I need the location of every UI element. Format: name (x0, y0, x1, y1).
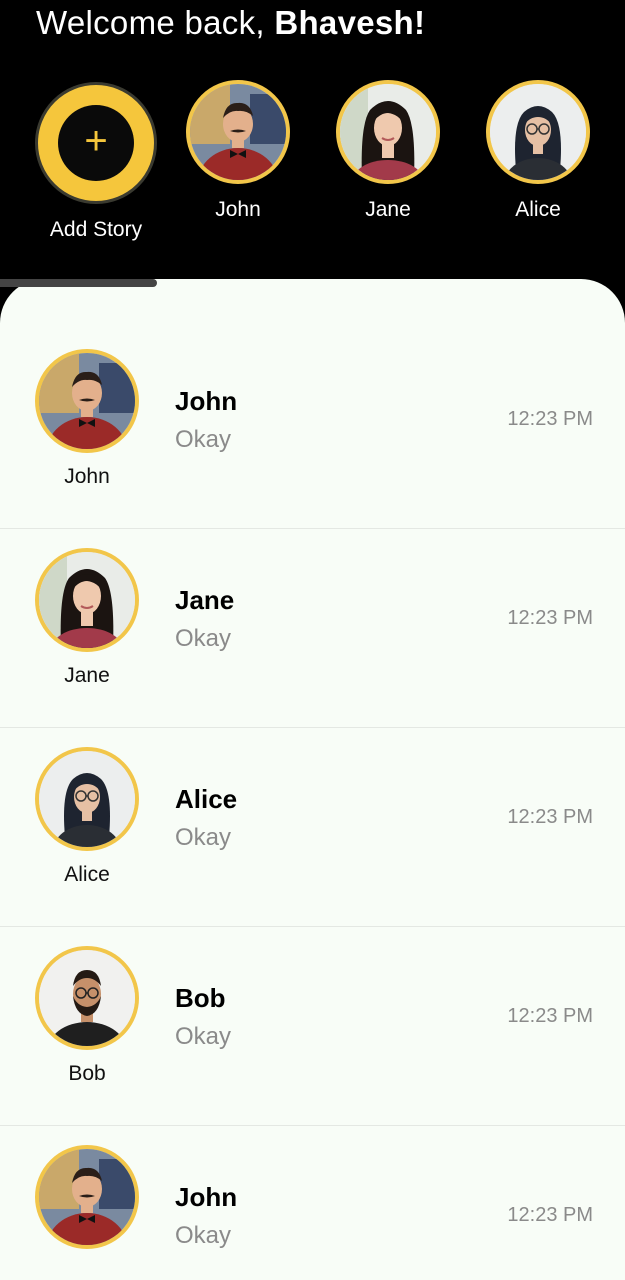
story-name: Jane (365, 198, 411, 221)
chat-avatar[interactable] (35, 946, 139, 1050)
chat-row-alice[interactable]: Alice Alice Okay 12:23 PM (0, 728, 625, 927)
chat-name: John (175, 386, 238, 416)
chat-avatar-label: Bob (68, 1062, 106, 1085)
story-name: Alice (515, 198, 561, 221)
chat-avatar[interactable] (35, 349, 139, 453)
chat-name: Jane (175, 585, 235, 615)
chat-avatar-label: Alice (64, 863, 110, 886)
woman-dark-hair-avatar-icon (39, 552, 135, 648)
chat-time: 12:23 PM (507, 607, 593, 629)
chat-name: Bob (175, 983, 226, 1013)
welcome-prefix: Welcome back, (36, 4, 275, 41)
add-story-ring[interactable]: + (35, 82, 157, 204)
man-bowtie-avatar-icon (190, 84, 286, 180)
woman-dark-hair-avatar-icon (340, 84, 436, 180)
chat-message: Okay (175, 1023, 232, 1050)
chat-avatar-label: John (64, 465, 110, 488)
story-avatar[interactable] (486, 80, 590, 184)
header: Welcome back, Bhavesh! + Add Story John … (0, 0, 625, 300)
chat-avatar[interactable] (35, 747, 139, 851)
chat-name: Alice (175, 784, 238, 814)
story-avatar[interactable] (186, 80, 290, 184)
add-story-label: Add Story (49, 218, 143, 241)
story-name: John (215, 198, 261, 221)
user-name: Bhavesh! (274, 4, 426, 41)
chat-message: Okay (175, 426, 232, 453)
story-jane[interactable]: Jane (318, 80, 458, 222)
man-bowtie-avatar-icon (39, 1149, 135, 1245)
plus-icon: + (84, 119, 108, 163)
man-bowtie-avatar-icon (39, 353, 135, 449)
story-john[interactable]: John (168, 80, 308, 222)
chat-avatar[interactable] (35, 1145, 139, 1249)
chat-avatar[interactable] (35, 548, 139, 652)
man-beard-glasses-avatar-icon (39, 950, 135, 1046)
chat-avatar-label: Jane (64, 664, 110, 687)
chat-row-john[interactable]: John John Okay 12:23 PM (0, 330, 625, 529)
woman-glasses-avatar-icon (490, 84, 586, 180)
chat-row-john-2[interactable]: John Okay 12:23 PM (0, 1126, 625, 1280)
story-avatar[interactable] (336, 80, 440, 184)
chat-time: 12:23 PM (507, 408, 593, 430)
chat-message: Okay (175, 625, 232, 652)
add-story-inner: + (58, 105, 134, 181)
welcome-heading: Welcome back, Bhavesh! (36, 4, 425, 42)
story-alice[interactable]: Alice (468, 80, 608, 222)
chat-time: 12:23 PM (507, 806, 593, 828)
chat-message: Okay (175, 824, 232, 851)
chat-row-jane[interactable]: Jane Jane Okay 12:23 PM (0, 529, 625, 728)
woman-glasses-avatar-icon (39, 751, 135, 847)
chat-name: John (175, 1182, 238, 1212)
stories-scroll-indicator[interactable] (0, 279, 157, 287)
chat-time: 12:23 PM (507, 1204, 593, 1226)
chat-row-bob[interactable]: Bob Bob Okay 12:23 PM (0, 927, 625, 1126)
chat-list[interactable]: John John Okay 12:23 PM Jane Jane Okay 1… (0, 279, 625, 1280)
chat-message: Okay (175, 1222, 232, 1249)
chat-time: 12:23 PM (507, 1005, 593, 1027)
add-story-button[interactable]: + Add Story (26, 82, 166, 242)
